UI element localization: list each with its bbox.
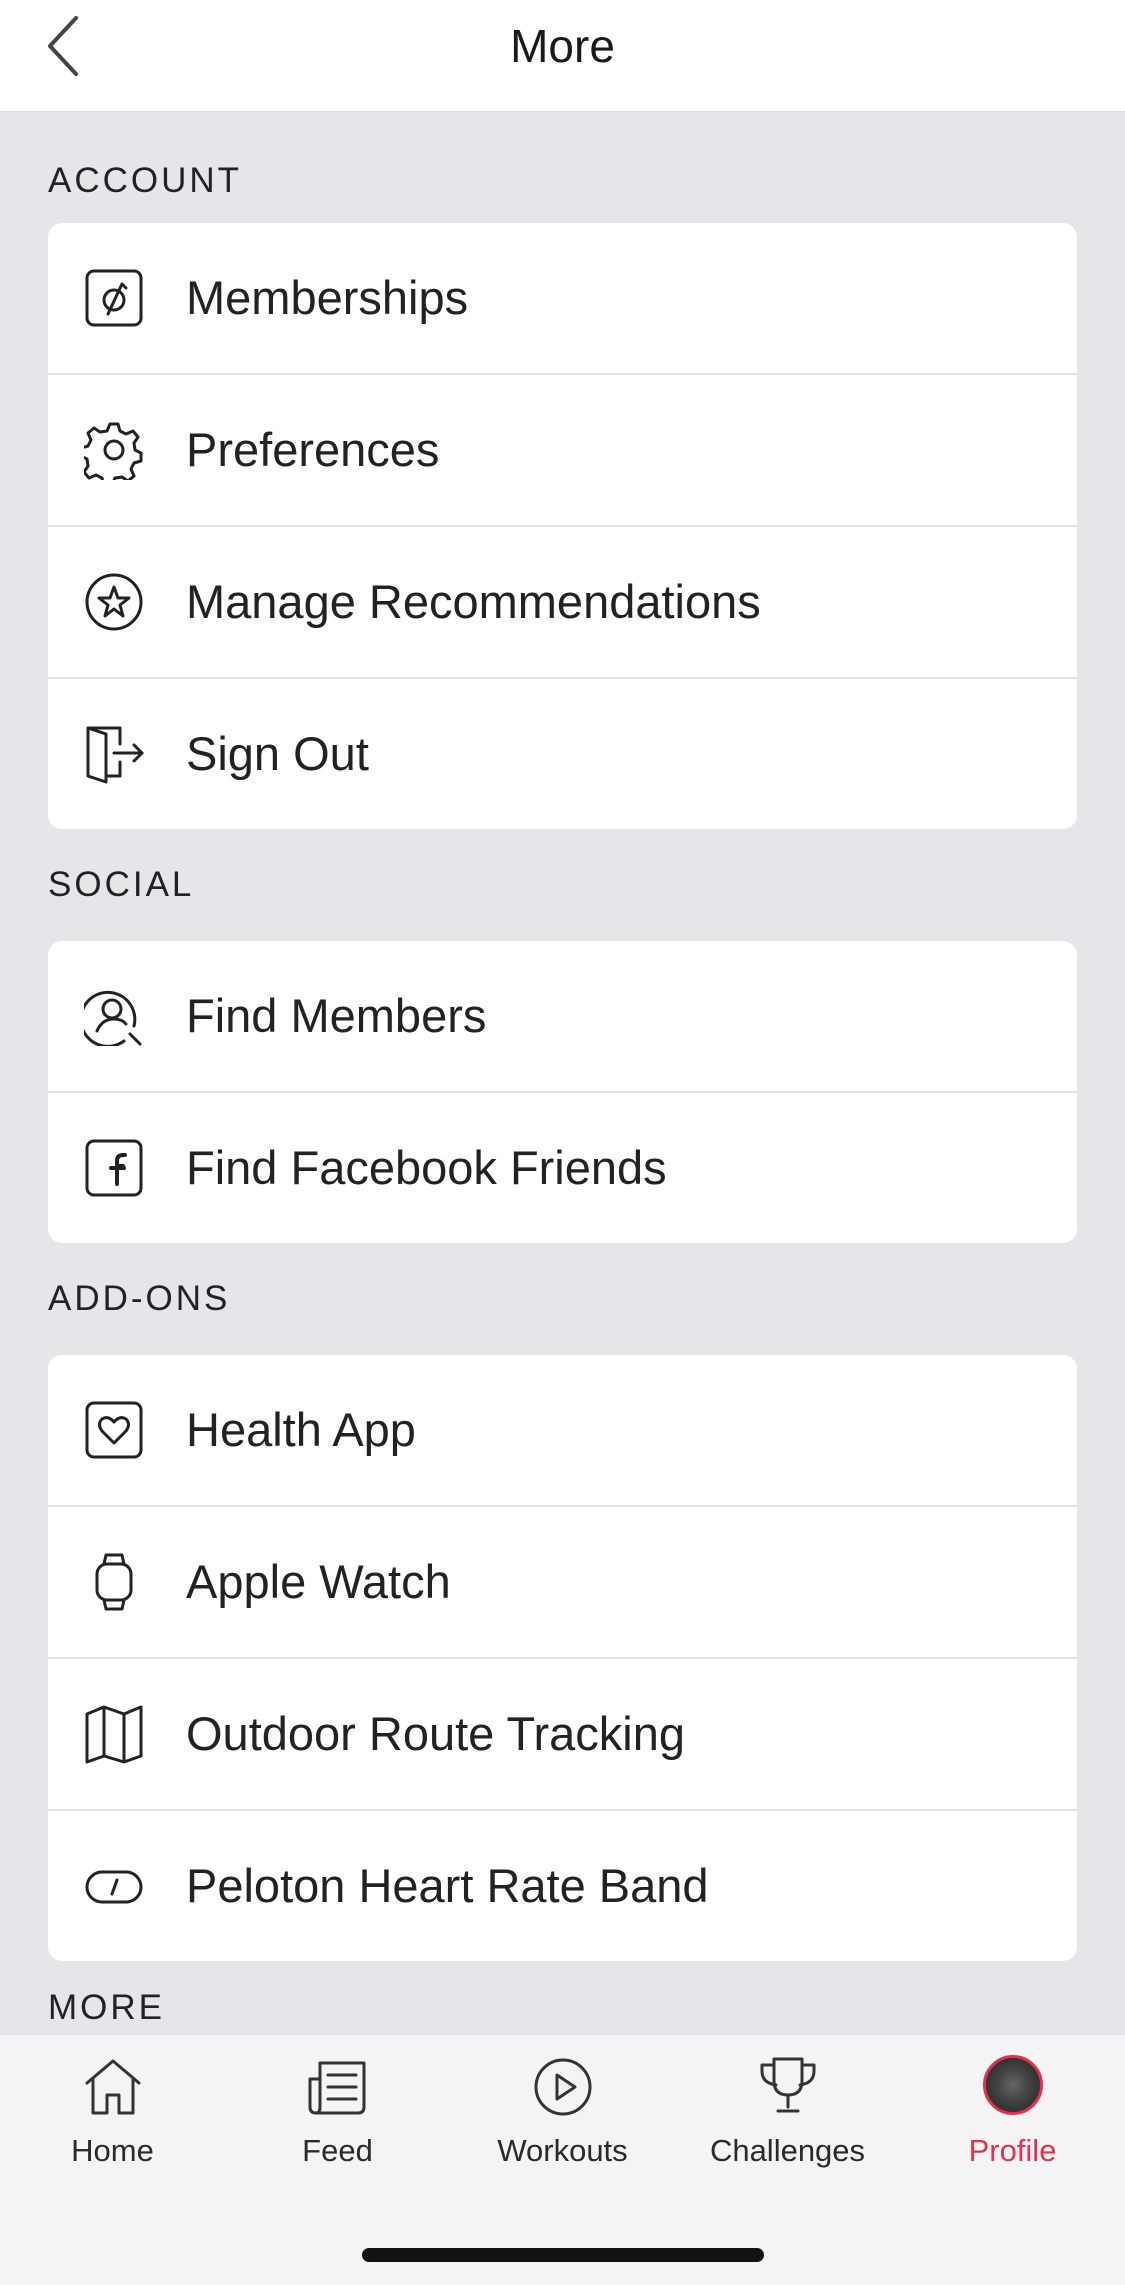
feed-icon [308, 2061, 365, 2115]
row-label: Preferences [186, 423, 440, 476]
apple-watch-row[interactable]: Apple Watch [48, 1507, 1077, 1659]
tab-label: Feed [302, 2133, 373, 2168]
section-header-account: ACCOUNT [48, 161, 243, 200]
find-members-row[interactable]: Find Members [48, 941, 1077, 1093]
play-icon [534, 2058, 591, 2116]
row-label: Apple Watch [186, 1555, 451, 1608]
heart-rate-band-icon [84, 1856, 144, 1916]
home-icon [85, 2059, 140, 2115]
preferences-row[interactable]: Preferences [48, 375, 1077, 527]
star-icon [84, 572, 144, 632]
social-card: Find Members Find Facebook Friends [48, 941, 1077, 1243]
facebook-icon [84, 1138, 144, 1198]
add-ons-card: Health App Apple Watch Outdoor Route Tra… [48, 1355, 1077, 1961]
row-label: Health App [186, 1403, 416, 1456]
trophy-icon [760, 2057, 815, 2113]
row-label: Find Members [186, 989, 487, 1042]
settings-list: ACCOUNT Memberships Preferences Manage R… [48, 111, 1077, 1961]
map-icon [84, 1704, 144, 1764]
tab-label: Home [71, 2133, 154, 2168]
manage-recommendations-row[interactable]: Manage Recommendations [48, 527, 1077, 679]
find-facebook-friends-row[interactable]: Find Facebook Friends [48, 1093, 1077, 1243]
tab-challenges[interactable]: Challenges [675, 2055, 900, 2175]
navigation-bar: More [0, 0, 1125, 112]
section-header-add-ons: ADD-ONS [48, 1279, 231, 1318]
memberships-row[interactable]: Memberships [48, 223, 1077, 375]
tab-label: Workouts [497, 2133, 628, 2168]
page-title: More [510, 20, 615, 72]
section-header-social: SOCIAL [48, 865, 195, 904]
sign-out-row[interactable]: Sign Out [48, 679, 1077, 829]
tab-label: Profile [968, 2133, 1057, 2168]
sign-out-icon [84, 724, 144, 784]
tab-bar: Home Feed Workouts Challenges Profile [0, 2034, 1125, 2285]
tab-profile[interactable]: Profile [900, 2055, 1125, 2175]
find-person-icon [84, 986, 144, 1046]
heart-rate-band-row[interactable]: Peloton Heart Rate Band [48, 1811, 1077, 1961]
row-label: Memberships [186, 271, 469, 324]
section-header-more: MORE [48, 1988, 165, 2027]
peloton-logo-icon [84, 268, 144, 328]
watch-icon [84, 1552, 144, 1612]
outdoor-route-tracking-row[interactable]: Outdoor Route Tracking [48, 1659, 1077, 1811]
tab-label: Challenges [709, 2133, 866, 2168]
heart-icon [84, 1400, 144, 1460]
home-indicator [362, 2248, 764, 2262]
row-label: Peloton Heart Rate Band [186, 1859, 709, 1912]
avatar [982, 2055, 1043, 2115]
row-label: Sign Out [186, 727, 369, 780]
health-app-row[interactable]: Health App [48, 1355, 1077, 1507]
tab-workouts[interactable]: Workouts [450, 2055, 675, 2175]
account-card: Memberships Preferences Manage Recommend… [48, 223, 1077, 829]
tab-home[interactable]: Home [0, 2055, 225, 2175]
row-label: Outdoor Route Tracking [186, 1707, 685, 1760]
row-label: Find Facebook Friends [186, 1141, 667, 1194]
tab-feed[interactable]: Feed [225, 2055, 450, 2175]
gear-icon [84, 420, 144, 480]
row-label: Manage Recommendations [186, 575, 761, 628]
